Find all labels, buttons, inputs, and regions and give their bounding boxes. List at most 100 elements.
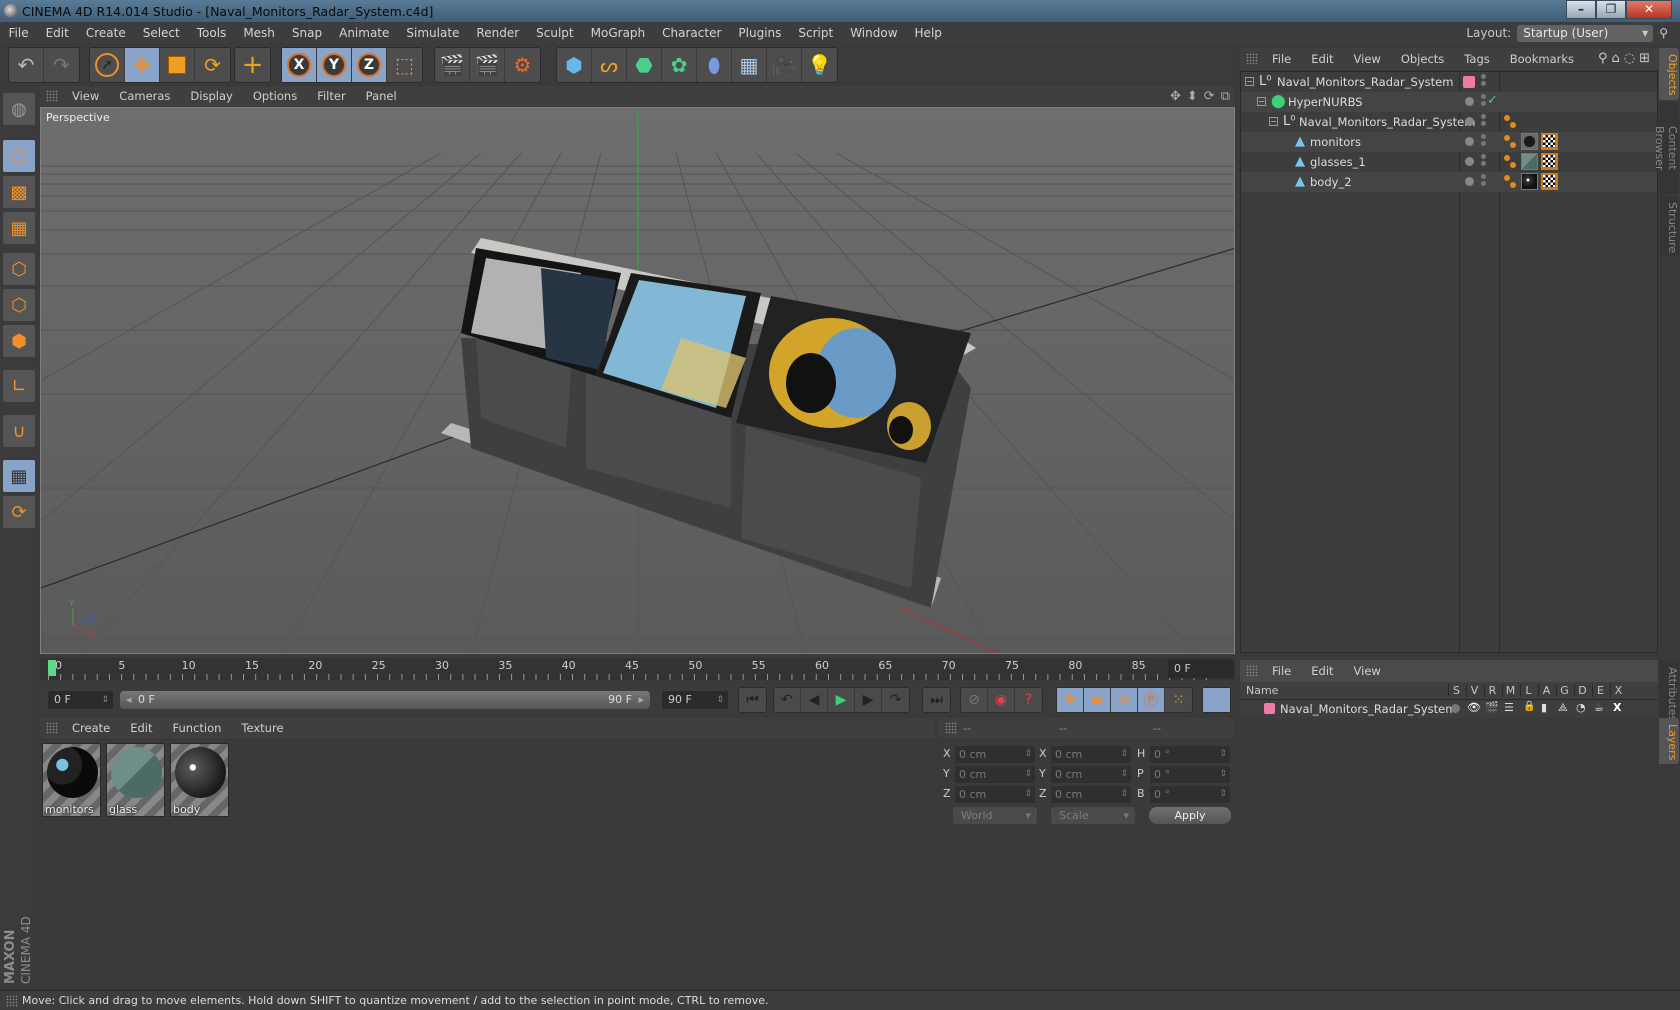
column-view[interactable]: V	[1466, 684, 1482, 697]
phong-tag-icon[interactable]	[1504, 175, 1518, 189]
menu-mesh[interactable]: Mesh	[235, 26, 284, 40]
search-icon[interactable]: ⚲	[1659, 26, 1668, 40]
enabled-check-icon[interactable]: ✓	[1487, 93, 1498, 108]
column-render[interactable]: R	[1484, 684, 1500, 697]
key-scale-icon[interactable]: ▣	[1084, 688, 1111, 712]
editor-visibility-dot[interactable]	[1465, 117, 1474, 126]
object-row[interactable]: − L⁰ Naval_Monitors_Radar_System	[1241, 112, 1657, 132]
object-row[interactable]: ▲ monitors	[1241, 132, 1657, 152]
lm-menu-edit[interactable]: Edit	[1301, 664, 1343, 678]
size-mode-dropdown[interactable]: Scale	[1051, 807, 1135, 824]
material-menu-create[interactable]: Create	[62, 721, 120, 735]
close-button[interactable]: ✕	[1626, 0, 1672, 19]
render-visibility-dots[interactable]	[1481, 154, 1486, 159]
lock-icon[interactable]: 🔒	[1523, 701, 1535, 712]
object-name[interactable]: glasses_1	[1310, 155, 1366, 169]
menu-mograph[interactable]: MoGraph	[582, 26, 654, 40]
axis-icon[interactable]: ∟	[3, 370, 35, 402]
object-row[interactable]: − L⁰ Naval_Monitors_Radar_System	[1241, 72, 1657, 92]
play-icon[interactable]: ▶	[828, 688, 855, 712]
menu-create[interactable]: Create	[77, 26, 134, 40]
pan-icon[interactable]: ✥	[1170, 89, 1181, 104]
editor-visibility-dot[interactable]	[1465, 157, 1474, 166]
editor-visibility-dot[interactable]	[1465, 137, 1474, 146]
material-menu-function[interactable]: Function	[163, 721, 232, 735]
collapse-toggle[interactable]: −	[1245, 77, 1254, 86]
edges-mode-icon[interactable]: ⬡	[3, 289, 35, 321]
snap-magnet-icon[interactable]: ∪	[3, 415, 35, 447]
pos-y-field[interactable]: 0 cm	[955, 766, 1035, 783]
orbit-icon[interactable]: ⟳	[1204, 89, 1215, 104]
size-y-field[interactable]: 0 cm	[1051, 766, 1131, 783]
render-settings-icon[interactable]: ⚙	[505, 48, 540, 82]
workplane-sync-icon[interactable]: ⟳	[3, 496, 35, 528]
size-x-field[interactable]: 0 cm	[1051, 746, 1131, 763]
tab-objects[interactable]: Objects	[1659, 48, 1679, 100]
material-menu-edit[interactable]: Edit	[120, 721, 162, 735]
autokey-icon[interactable]: ?	[1015, 688, 1042, 712]
menu-tools[interactable]: Tools	[188, 26, 235, 40]
viewport-menu-options[interactable]: Options	[243, 89, 307, 103]
render-visibility-dots[interactable]	[1481, 74, 1486, 79]
x-axis-icon[interactable]: X	[282, 48, 317, 82]
animation-icon[interactable]: ▮	[1541, 701, 1547, 714]
zoom-icon[interactable]: ⬍	[1187, 89, 1198, 104]
polygons-mode-icon[interactable]: ⬢	[3, 325, 35, 357]
array-icon[interactable]: ✿	[662, 48, 697, 82]
prev-key-icon[interactable]: ↶	[774, 688, 801, 712]
eye-icon[interactable]: ◌	[1624, 51, 1635, 66]
key-rotation-icon[interactable]: ⟳	[1111, 688, 1138, 712]
column-animation[interactable]: A	[1538, 684, 1554, 697]
camera-icon[interactable]: 🎥	[767, 48, 802, 82]
object-name[interactable]: monitors	[1310, 135, 1361, 149]
material-glass[interactable]: glass	[106, 743, 165, 817]
viewport-menu-display[interactable]: Display	[180, 89, 242, 103]
move-icon[interactable]: ✥	[125, 48, 160, 82]
material-tag-glass-icon[interactable]	[1521, 153, 1538, 170]
object-name[interactable]: Naval_Monitors_Radar_System	[1299, 115, 1475, 129]
column-generators[interactable]: G	[1556, 684, 1572, 697]
cube-icon[interactable]: ⬢	[557, 48, 592, 82]
layout-dropdown[interactable]: Startup (User)	[1517, 24, 1654, 42]
om-menu-bookmarks[interactable]: Bookmarks	[1500, 52, 1584, 66]
layer-color-swatch[interactable]	[1264, 703, 1275, 714]
rot-h-field[interactable]: 0 °	[1150, 746, 1230, 763]
layer-name[interactable]: Naval_Monitors_Radar_System	[1280, 702, 1456, 716]
editor-visibility-dot[interactable]	[1465, 177, 1474, 186]
deformer-icon[interactable]: ◔	[1576, 701, 1586, 714]
render-visibility-dots[interactable]	[1481, 114, 1486, 119]
film-strip-icon[interactable]: ▤	[1203, 688, 1230, 712]
frame-range-slider[interactable]: ◂ 0 F 90 F ▸	[120, 691, 650, 709]
floor-icon[interactable]: ▦	[732, 48, 767, 82]
record-keys-icon[interactable]: ◉	[988, 688, 1015, 712]
new-window-icon[interactable]: ⊞	[1639, 51, 1650, 66]
next-frame-icon[interactable]: ▶	[855, 688, 882, 712]
layer-color-swatch[interactable]	[1463, 76, 1475, 88]
material-body[interactable]: body	[170, 743, 229, 817]
phong-tag-icon[interactable]	[1504, 115, 1518, 129]
render-clapper-icon[interactable]: 🎬	[1485, 701, 1499, 714]
nurbs-icon[interactable]: ⬣	[627, 48, 662, 82]
rot-b-field[interactable]: 0 °	[1150, 786, 1230, 803]
redo-icon[interactable]: ↷	[44, 48, 79, 82]
object-row[interactable]: ▲ body_2	[1241, 172, 1657, 192]
range-right-arrow-icon[interactable]: ▸	[638, 691, 644, 709]
manager-hierarchy-icon[interactable]: ☰	[1504, 701, 1514, 714]
current-frame-field[interactable]: 0 F	[1168, 660, 1234, 678]
material-tag-body-icon[interactable]	[1521, 173, 1538, 190]
tab-layers[interactable]: Layers	[1659, 718, 1679, 764]
coordinate-mode-dropdown[interactable]: World	[953, 807, 1037, 824]
viewport-menu-filter[interactable]: Filter	[307, 89, 355, 103]
menu-script[interactable]: Script	[790, 26, 842, 40]
menu-window[interactable]: Window	[842, 26, 906, 40]
end-frame-field[interactable]: 90 F ⇕	[662, 691, 728, 709]
spline-icon[interactable]: ᔕ	[592, 48, 627, 82]
column-solo[interactable]: S	[1448, 684, 1464, 697]
object-name[interactable]: body_2	[1310, 175, 1352, 189]
add-icon[interactable]: +	[235, 48, 270, 82]
pos-z-field[interactable]: 0 cm	[955, 786, 1035, 803]
range-left-arrow-icon[interactable]: ◂	[126, 691, 132, 709]
menu-render[interactable]: Render	[468, 26, 528, 40]
render-visibility-dots[interactable]	[1481, 134, 1486, 139]
solo-toggle-icon[interactable]	[1451, 704, 1460, 713]
